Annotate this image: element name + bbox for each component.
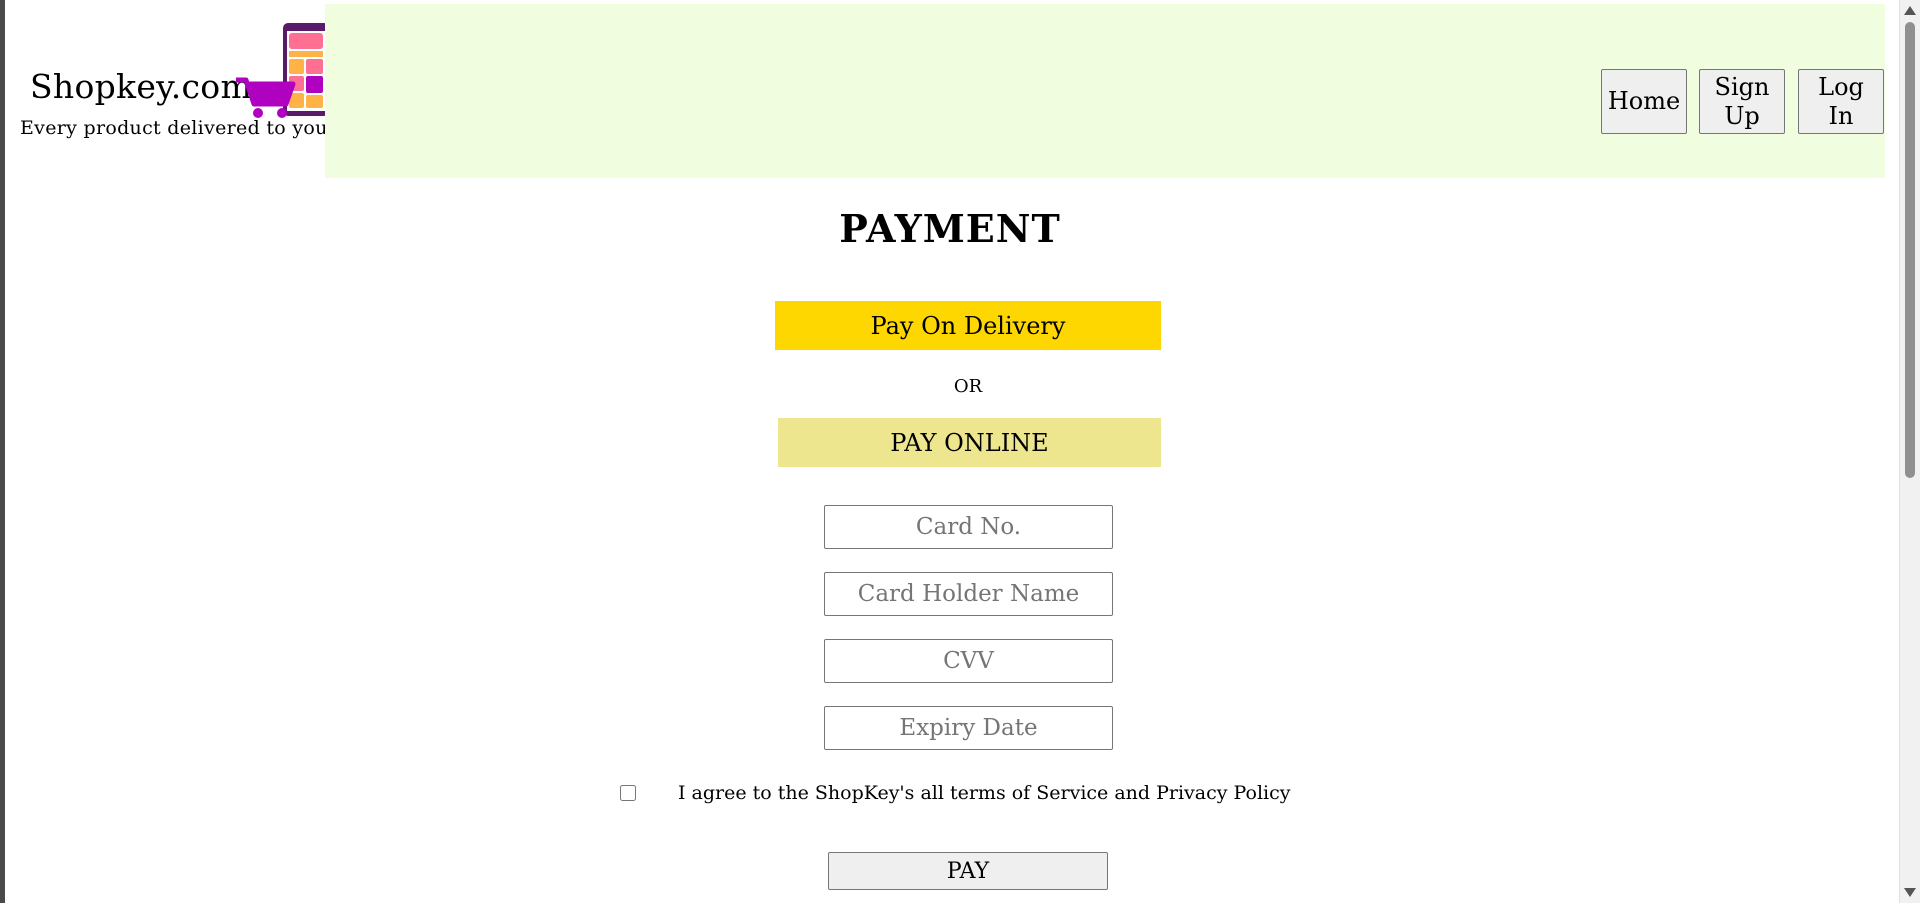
terms-label: I agree to the ShopKey's all terms of Se… xyxy=(678,782,1291,804)
card-holder-name-input[interactable] xyxy=(824,572,1113,616)
terms-checkbox[interactable] xyxy=(620,785,636,801)
shopping-cart-phone-icon xyxy=(236,23,329,118)
scrollbar-thumb[interactable] xyxy=(1905,22,1915,478)
pay-on-delivery-button[interactable]: Pay On Delivery xyxy=(775,301,1161,350)
brand-tagline: Every product delivered to you. xyxy=(20,117,335,139)
sign-up-button[interactable]: Sign Up xyxy=(1699,69,1785,134)
terms-agreement: I agree to the ShopKey's all terms of Se… xyxy=(620,782,1291,804)
scroll-up-arrow-icon[interactable] xyxy=(1904,6,1916,15)
expiry-date-input[interactable] xyxy=(824,706,1113,750)
scroll-down-arrow-icon[interactable] xyxy=(1904,888,1916,897)
page-title: PAYMENT xyxy=(839,206,1061,251)
window-frame-edge xyxy=(0,0,5,903)
log-in-button[interactable]: Log In xyxy=(1798,69,1884,134)
card-number-input[interactable] xyxy=(824,505,1113,549)
brand-name: Shopkey.com xyxy=(30,67,253,106)
or-separator: OR xyxy=(953,376,983,397)
cvv-input[interactable] xyxy=(824,639,1113,683)
pay-button[interactable]: PAY xyxy=(828,852,1108,890)
pay-online-button[interactable]: PAY ONLINE xyxy=(778,418,1161,467)
home-button[interactable]: Home xyxy=(1601,69,1687,134)
brand-logo[interactable]: Shopkey.com Every product delivered to y… xyxy=(20,22,334,147)
vertical-scrollbar[interactable] xyxy=(1899,0,1920,903)
